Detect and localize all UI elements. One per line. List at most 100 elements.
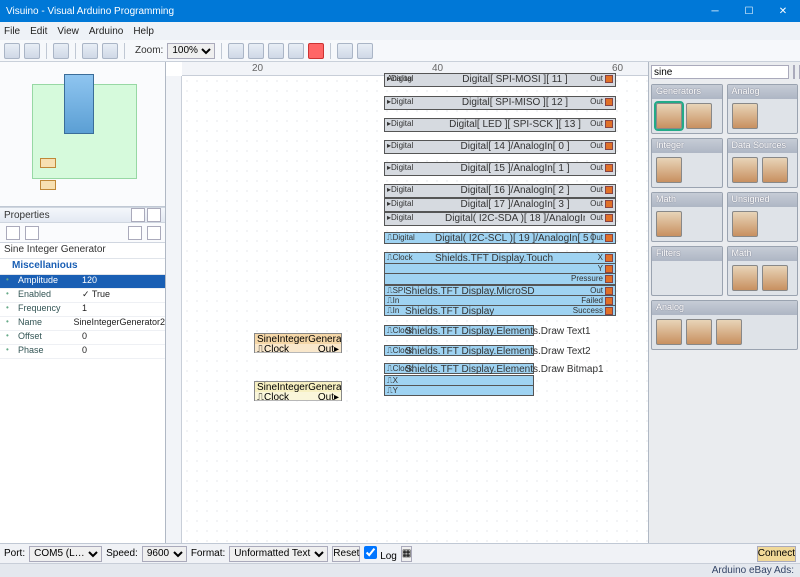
undo-icon[interactable] — [82, 43, 98, 59]
zoom-select[interactable]: 100% — [167, 43, 215, 59]
speed-select[interactable]: 9600 — [142, 546, 187, 562]
board-pin-row[interactable]: ▸Digital Digital( I2C-SDA )[ 18 ]/Analog… — [384, 212, 616, 226]
board-pin-row[interactable]: ▸Digital Digital[ 14 ]/AnalogIn[ 0 ] Out — [384, 140, 616, 154]
log-check[interactable]: Log — [364, 546, 396, 562]
palette-group-title[interactable]: Analog — [652, 301, 797, 315]
properties-object: Sine Integer Generator — [0, 243, 165, 259]
generator-block[interactable]: SineIntegerGenerator1⎍ClockOut▸ — [254, 333, 342, 353]
board-icon[interactable] — [357, 43, 373, 59]
palette-item[interactable] — [732, 265, 758, 291]
palette-group-title[interactable]: Data Sources — [728, 139, 798, 153]
design-canvas[interactable]: 20 40 60 SineIntegerGenerator1⎍ClockOut▸… — [166, 62, 648, 543]
reset-button[interactable]: Reset — [332, 546, 360, 562]
close-button[interactable]: ✕ — [766, 0, 800, 22]
palette-item[interactable] — [656, 157, 682, 183]
menu-help[interactable]: Help — [133, 26, 154, 37]
pin-icon[interactable] — [131, 208, 145, 222]
left-panel: Properties Sine Integer Generator Miscel… — [0, 62, 166, 543]
properties-toolbar — [0, 223, 165, 243]
palette-item[interactable] — [732, 157, 758, 183]
tft-row[interactable]: ⎍Y — [384, 385, 534, 396]
palette-group-title[interactable]: Unsigned — [728, 193, 798, 207]
palette-group-title[interactable]: Analog — [728, 85, 798, 99]
property-row[interactable]: Amplitude120 — [0, 275, 165, 289]
property-row[interactable]: NameSineIntegerGenerator2 — [0, 317, 165, 331]
palette-group-title[interactable]: Integer — [652, 139, 722, 153]
status-bar: Port: COM5 (L… Speed: 9600 Format: Unfor… — [0, 543, 800, 563]
palette-item[interactable] — [686, 103, 712, 129]
palette-item[interactable] — [762, 265, 788, 291]
menu-file[interactable]: File — [4, 26, 20, 37]
max-button[interactable]: ☐ — [732, 0, 766, 22]
generator-block[interactable]: SineIntegerGenerator2⎍ClockOut▸ — [254, 381, 342, 401]
format-select[interactable]: Unformatted Text — [229, 546, 328, 562]
shield-row[interactable]: Pressure — [384, 273, 616, 285]
palette-item[interactable] — [732, 211, 758, 237]
port-label: Port: — [4, 548, 25, 559]
titlebar: Visuino - Visual Arduino Programming ─ ☐… — [0, 0, 800, 22]
properties-group[interactable]: Miscellanious — [0, 259, 165, 275]
palette-item[interactable] — [762, 157, 788, 183]
properties-title: Properties — [4, 210, 50, 221]
refresh-icon[interactable] — [288, 43, 304, 59]
open-icon[interactable] — [24, 43, 40, 59]
port-select[interactable]: COM5 (L… — [29, 546, 102, 562]
prop-az-icon[interactable] — [25, 226, 39, 240]
palette-group-title[interactable]: Generators — [652, 85, 722, 99]
zoom-fit-icon[interactable] — [268, 43, 284, 59]
property-row[interactable]: Enabled✓ True — [0, 289, 165, 303]
prop-tool1-icon[interactable] — [128, 226, 142, 240]
board-pin-row[interactable]: ▸Digital Digital[ SPI-MISO ][ 12 ] Out — [384, 96, 616, 110]
zoom-label: Zoom: — [135, 45, 163, 56]
search-go-icon[interactable] — [793, 65, 795, 79]
menu-arduino[interactable]: Arduino — [89, 26, 123, 37]
tft-row[interactable]: ⎍Clock Shields.TFT Display.Elements.Draw… — [384, 345, 534, 356]
property-row[interactable]: Phase0 — [0, 345, 165, 359]
palette-item[interactable] — [656, 211, 682, 237]
board-pin-row[interactable]: ▸Digital Digital[ 16 ]/AnalogIn[ 2 ] Out — [384, 184, 616, 198]
search-input[interactable] — [651, 65, 789, 79]
property-row[interactable]: Frequency1 — [0, 303, 165, 317]
redo-icon[interactable] — [102, 43, 118, 59]
palette-group: Unsigned — [727, 192, 799, 242]
tft-row[interactable]: ⎍In Shields.TFT Display Success — [384, 305, 616, 316]
board-pin-row[interactable]: ▸Digital Digital[ 15 ]/AnalogIn[ 1 ] Out — [384, 162, 616, 176]
palette-item[interactable] — [656, 319, 682, 345]
board-pin-row[interactable]: Analog ▸Digital Digital[ SPI-MOSI ][ 11 … — [384, 73, 616, 87]
speed-label: Speed: — [106, 548, 138, 559]
component-palette: Generators Analog Integer Data Sources Math U… — [648, 62, 800, 543]
palette-group: Math — [727, 246, 799, 296]
palette-item[interactable] — [656, 103, 682, 129]
min-button[interactable]: ─ — [698, 0, 732, 22]
tft-row[interactable]: ⎍Clock Shields.TFT Display.Elements.Draw… — [384, 363, 534, 374]
save-icon[interactable] — [53, 43, 69, 59]
menu-view[interactable]: View — [57, 26, 79, 37]
menu-edit[interactable]: Edit — [30, 26, 47, 37]
board-pin-row[interactable]: ▸Digital Digital[ LED ][ SPI-SCK ][ 13 ]… — [384, 118, 616, 132]
upload-icon[interactable] — [337, 43, 353, 59]
board-pin-row[interactable]: ▸Digital Digital[ 17 ]/AnalogIn[ 3 ] Out — [384, 198, 616, 212]
close-panel-icon[interactable] — [147, 208, 161, 222]
palette-group-title[interactable]: Math — [728, 247, 798, 261]
palette-group-title[interactable]: Filters — [652, 247, 722, 261]
log-view-button[interactable]: ▦ — [401, 546, 412, 562]
palette-item[interactable] — [732, 103, 758, 129]
zoom-out-icon[interactable] — [248, 43, 264, 59]
palette-item[interactable] — [686, 319, 712, 345]
properties-tree: Amplitude120Enabled✓ TrueFrequency1NameS… — [0, 275, 165, 543]
palette-group: Analog — [651, 300, 798, 350]
tft-row[interactable]: ⎍Clock Shields.TFT Display.Elements.Draw… — [384, 325, 534, 336]
preview-pane[interactable] — [0, 62, 165, 207]
palette-group-title[interactable]: Math — [652, 193, 722, 207]
new-icon[interactable] — [4, 43, 20, 59]
delete-icon[interactable] — [308, 43, 324, 59]
connect-button[interactable]: Connect — [757, 546, 796, 562]
palette-item[interactable] — [716, 319, 742, 345]
zoom-in-icon[interactable] — [228, 43, 244, 59]
format-label: Format: — [191, 548, 225, 559]
property-row[interactable]: Offset0 — [0, 331, 165, 345]
shield-row[interactable]: ⎍Digital Digital( I2C-SCL )[ 19 ]/Analog… — [384, 232, 616, 244]
toolbar: Zoom: 100% — [0, 40, 800, 62]
prop-tool2-icon[interactable] — [147, 226, 161, 240]
prop-cat-icon[interactable] — [6, 226, 20, 240]
